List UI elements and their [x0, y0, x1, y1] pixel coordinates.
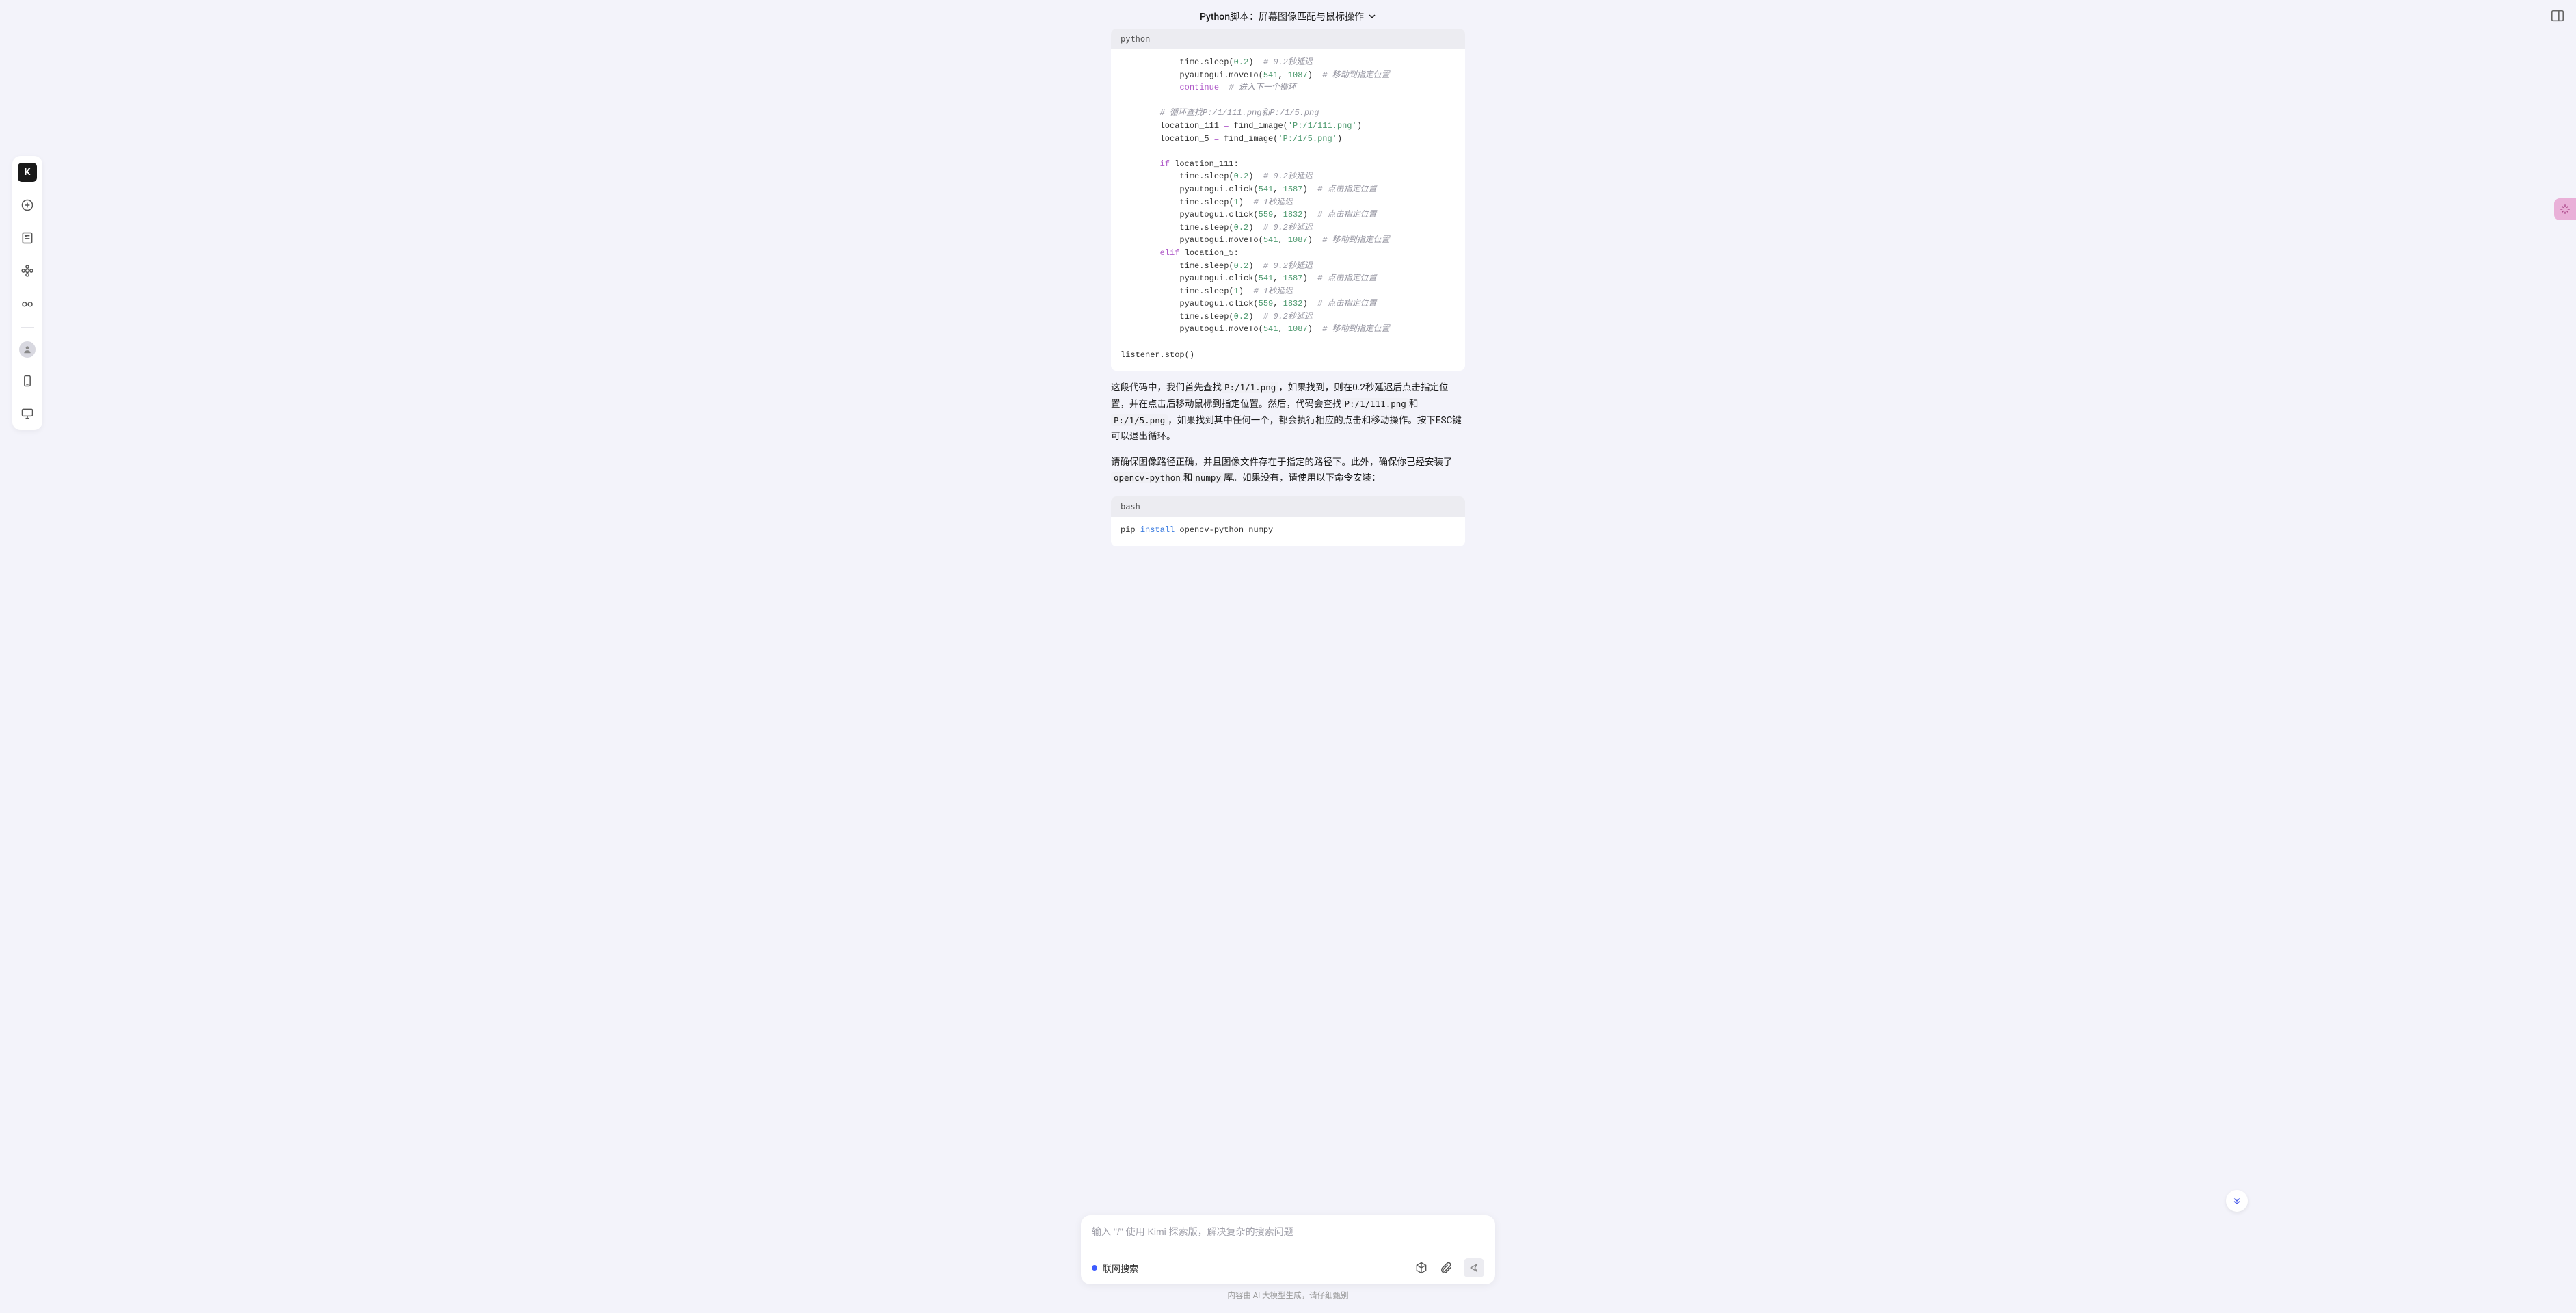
message-input[interactable] [1092, 1226, 1484, 1237]
composer-toolbar: 联网搜索 [1092, 1258, 1484, 1277]
composer-actions [1414, 1258, 1484, 1277]
explanation-paragraph-2: 请确保图像路径正确，并且图像文件存在于指定的路径下。此外，确保你已经安装了 ope… [1111, 455, 1465, 487]
composer-area: 联网搜索 内容由 AI 大模型生成，请仔细甄别 [0, 1215, 2576, 1301]
code-block-python: python time.sleep(0.2) # 0.2秒延迟 pyautogu… [1111, 29, 1465, 371]
chat-content: python time.sleep(0.2) # 0.2秒延迟 pyautogu… [1111, 29, 1465, 1224]
text: 和 [1183, 473, 1193, 483]
inline-code: P:/1/5.png [1111, 414, 1168, 426]
inline-code: opencv-python [1111, 472, 1183, 483]
code-lang-label: bash [1111, 496, 1465, 517]
online-dot-icon [1092, 1265, 1097, 1271]
online-search-toggle[interactable]: 联网搜索 [1092, 1262, 1138, 1275]
text: 库。如果没有，请使用以下命令安装： [1224, 473, 1381, 483]
code-body[interactable]: pip install opencv-python numpy [1111, 517, 1465, 546]
panel-right-icon [2550, 8, 2565, 23]
scroll-down-button[interactable] [2226, 1190, 2248, 1212]
cube-button[interactable] [1414, 1261, 1428, 1275]
text: 请确保图像路径正确，并且图像文件存在于指定的路径下。此外，确保你已经安装了 [1111, 457, 1453, 468]
cube-icon [1414, 1261, 1428, 1275]
code-body[interactable]: time.sleep(0.2) # 0.2秒延迟 pyautogui.moveT… [1111, 49, 1465, 371]
text: 和 [1409, 399, 1419, 410]
send-button[interactable] [1464, 1258, 1484, 1277]
attach-button[interactable] [1439, 1261, 1453, 1275]
composer: 联网搜索 [1081, 1215, 1495, 1284]
online-label: 联网搜索 [1103, 1262, 1138, 1275]
send-icon [1468, 1262, 1479, 1273]
header: Python脚本：屏幕图像匹配与鼠标操作 [0, 0, 2576, 33]
chevron-down-icon [1368, 12, 1376, 21]
inline-code: P:/1/1.png [1222, 382, 1278, 393]
main-content: python time.sleep(0.2) # 0.2秒延迟 pyautogu… [0, 0, 2576, 1313]
paperclip-icon [1439, 1261, 1453, 1275]
panel-toggle-button[interactable] [2550, 8, 2565, 23]
conversation-title[interactable]: Python脚本：屏幕图像匹配与鼠标操作 [1200, 10, 1376, 23]
inline-code: P:/1/111.png [1342, 398, 1409, 410]
code-block-bash: bash pip install opencv-python numpy [1111, 496, 1465, 546]
inline-code: numpy [1192, 472, 1224, 483]
conversation-title-text: Python脚本：屏幕图像匹配与鼠标操作 [1200, 10, 1364, 23]
explanation-paragraph-1: 这段代码中，我们首先查找P:/1/1.png，如果找到，则在0.2秒延迟后点击指… [1111, 380, 1465, 445]
double-chevron-down-icon [2231, 1195, 2242, 1206]
disclaimer-text: 内容由 AI 大模型生成，请仔细甄别 [1227, 1290, 1348, 1301]
text: 这段代码中，我们首先查找 [1111, 382, 1222, 393]
